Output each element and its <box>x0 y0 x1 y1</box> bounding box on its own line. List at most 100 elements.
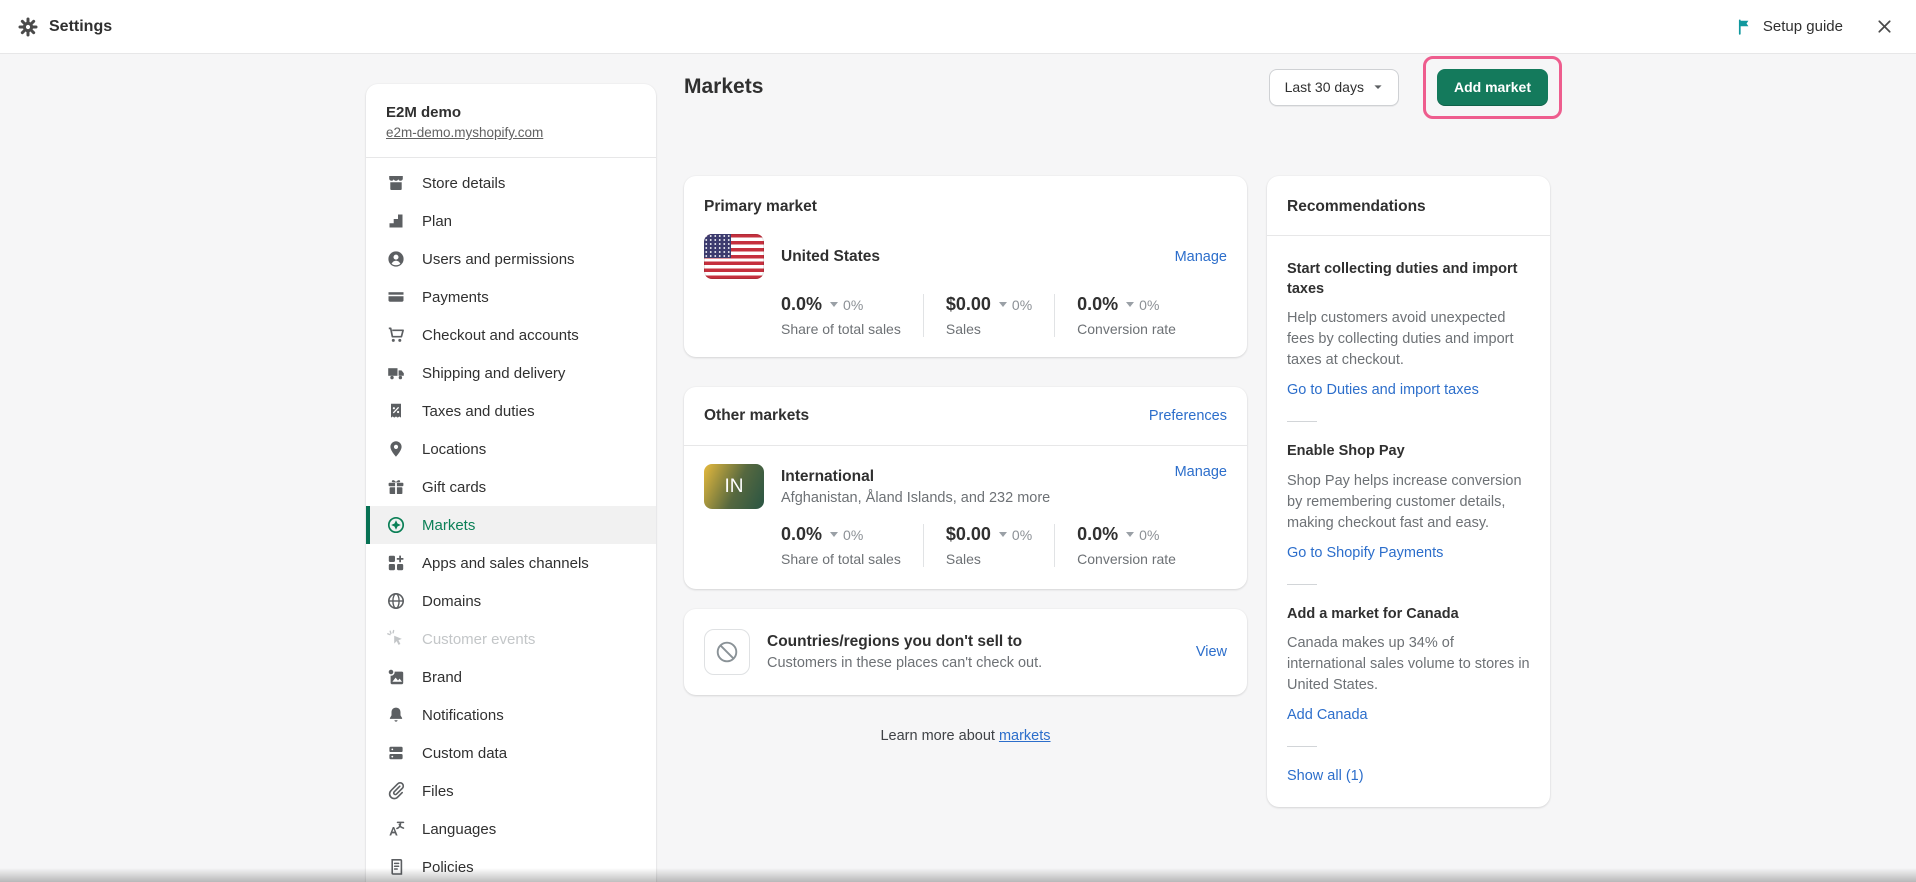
store-icon <box>386 173 406 193</box>
translate-icon <box>386 819 406 839</box>
domains-globe-icon <box>386 591 406 611</box>
sidebar-item-custom-data[interactable]: Custom data <box>366 734 656 772</box>
stat-value: 0.0% <box>1077 294 1118 315</box>
recommendations-card: Recommendations Start collecting duties … <box>1267 176 1550 807</box>
page-title: Markets <box>684 75 1269 99</box>
stat-value: $0.00 <box>946 524 991 545</box>
markets-docs-link[interactable]: markets <box>999 728 1051 744</box>
sidebar-item-domains[interactable]: Domains <box>366 582 656 620</box>
gift-icon <box>386 477 406 497</box>
stat-conversion-rate: 0.0% 0% Conversion rate <box>1054 294 1198 337</box>
sidebar-item-label: Custom data <box>422 745 507 762</box>
other-markets-heading: Other markets <box>704 407 809 425</box>
sidebar-item-policies[interactable]: Policies <box>366 848 656 882</box>
stat-delta-value: 0% <box>1139 297 1159 313</box>
stat-value: 0.0% <box>781 294 822 315</box>
brand-image-icon <box>386 667 406 687</box>
preferences-link[interactable]: Preferences <box>1149 408 1227 424</box>
sidebar-item-label: Files <box>422 783 454 800</box>
sidebar-item-label: Store details <box>422 175 505 192</box>
sidebar-item-brand[interactable]: Brand <box>366 658 656 696</box>
document-icon <box>386 857 406 877</box>
sidebar-item-taxes-and-duties[interactable]: Taxes and duties <box>366 392 656 430</box>
sidebar-item-checkout-and-accounts[interactable]: Checkout and accounts <box>366 316 656 354</box>
sidebar-item-store-details[interactable]: Store details <box>366 164 656 202</box>
recommendations-heading: Recommendations <box>1267 176 1550 236</box>
stat-delta-value: 0% <box>843 297 863 313</box>
plan-icon <box>386 211 406 231</box>
sidebar-item-label: Locations <box>422 441 486 458</box>
sidebar-item-plan[interactable]: Plan <box>366 202 656 240</box>
store-name: E2M demo <box>386 104 636 121</box>
database-icon <box>386 743 406 763</box>
delta-caret-icon <box>830 302 838 311</box>
stat-delta-value: 0% <box>1012 527 1032 543</box>
sidebar-item-label: Payments <box>422 289 489 306</box>
stat-label: Share of total sales <box>781 551 901 567</box>
add-canada-link[interactable]: Add Canada <box>1287 707 1368 723</box>
sidebar-item-gift-cards[interactable]: Gift cards <box>366 468 656 506</box>
sidebar-item-apps-and-sales-channels[interactable]: Apps and sales channels <box>366 544 656 582</box>
stat-sales: $0.00 0% Sales <box>923 294 1054 337</box>
delta-caret-icon <box>1126 302 1134 311</box>
stat-sales: $0.00 0% Sales <box>923 524 1054 567</box>
close-icon[interactable] <box>1875 17 1894 36</box>
sidebar-item-label: Checkout and accounts <box>422 327 579 344</box>
markets-main: Markets Last 30 days Add market Primary … <box>684 56 1550 807</box>
excluded-countries-description: Customers in these places can't check ou… <box>767 655 1196 671</box>
recommendation-shop-pay: Enable Shop Pay Shop Pay helps increase … <box>1287 422 1530 585</box>
stat-label: Sales <box>946 551 1032 567</box>
sidebar-item-shipping-and-delivery[interactable]: Shipping and delivery <box>366 354 656 392</box>
sidebar-item-payments[interactable]: Payments <box>366 278 656 316</box>
recommendation-title: Start collecting duties and import taxes <box>1287 260 1530 299</box>
store-domain-link[interactable]: e2m-demo.myshopify.com <box>386 125 543 140</box>
prohibited-icon <box>704 629 750 675</box>
topbar: Settings Setup guide <box>0 0 1916 54</box>
add-market-button[interactable]: Add market <box>1437 69 1548 106</box>
markets-column: Primary market United States Manage 0.0%… <box>684 176 1247 744</box>
settings-sidebar: E2M demo e2m-demo.myshopify.com Store de… <box>366 84 656 882</box>
show-all-link[interactable]: Show all (1) <box>1287 768 1364 784</box>
recommendation-title: Enable Shop Pay <box>1287 442 1530 462</box>
paperclip-icon <box>386 781 406 801</box>
gear-icon <box>18 17 38 37</box>
manage-primary-market-link[interactable]: Manage <box>1175 249 1227 265</box>
sidebar-item-markets[interactable]: Markets <box>366 506 656 544</box>
recommendation-title: Add a market for Canada <box>1287 605 1530 625</box>
settings-content: E2M demo e2m-demo.myshopify.com Store de… <box>0 54 1916 882</box>
view-excluded-countries-link[interactable]: View <box>1196 644 1227 660</box>
learn-more-footer: Learn more about markets <box>684 728 1247 744</box>
stat-label: Sales <box>946 321 1032 337</box>
add-market-highlight-annotation: Add market <box>1423 56 1562 119</box>
sidebar-item-locations[interactable]: Locations <box>366 430 656 468</box>
cart-icon <box>386 325 406 345</box>
stat-share-of-total-sales: 0.0% 0% Share of total sales <box>781 294 923 337</box>
sidebar-item-languages[interactable]: Languages <box>366 810 656 848</box>
stat-value: $0.00 <box>946 294 991 315</box>
sidebar-item-label: Shipping and delivery <box>422 365 565 382</box>
manage-international-link[interactable]: Manage <box>1175 464 1227 480</box>
apps-grid-icon <box>386 553 406 573</box>
stat-value: 0.0% <box>781 524 822 545</box>
sidebar-item-users-and-permissions[interactable]: Users and permissions <box>366 240 656 278</box>
international-market-stats: 0.0% 0% Share of total sales $0.00 0% <box>781 524 1227 567</box>
primary-market-stats: 0.0% 0% Share of total sales $0.00 0% Sa… <box>781 294 1227 337</box>
sidebar-item-label: Markets <box>422 517 475 534</box>
stat-label: Conversion rate <box>1077 321 1176 337</box>
primary-market-heading: Primary market <box>704 198 1227 216</box>
other-markets-card: Other markets Preferences IN Internation… <box>684 387 1247 589</box>
delta-caret-icon <box>1126 532 1134 541</box>
recommendation-duties: Start collecting duties and import taxes… <box>1287 240 1530 422</box>
receipt-percent-icon <box>386 401 406 421</box>
go-to-duties-link[interactable]: Go to Duties and import taxes <box>1287 382 1479 398</box>
sidebar-item-label: Brand <box>422 669 462 686</box>
sidebar-item-notifications[interactable]: Notifications <box>366 696 656 734</box>
sidebar-item-customer-events[interactable]: Customer events <box>366 620 656 658</box>
setup-guide-button[interactable]: Setup guide <box>1736 18 1843 36</box>
recommendation-canada: Add a market for Canada Canada makes up … <box>1287 585 1530 748</box>
sidebar-item-files[interactable]: Files <box>366 772 656 810</box>
sidebar-item-label: Apps and sales channels <box>422 555 589 572</box>
date-range-dropdown[interactable]: Last 30 days <box>1269 69 1399 106</box>
go-to-shopify-payments-link[interactable]: Go to Shopify Payments <box>1287 545 1443 561</box>
sidebar-item-label: Customer events <box>422 631 535 648</box>
